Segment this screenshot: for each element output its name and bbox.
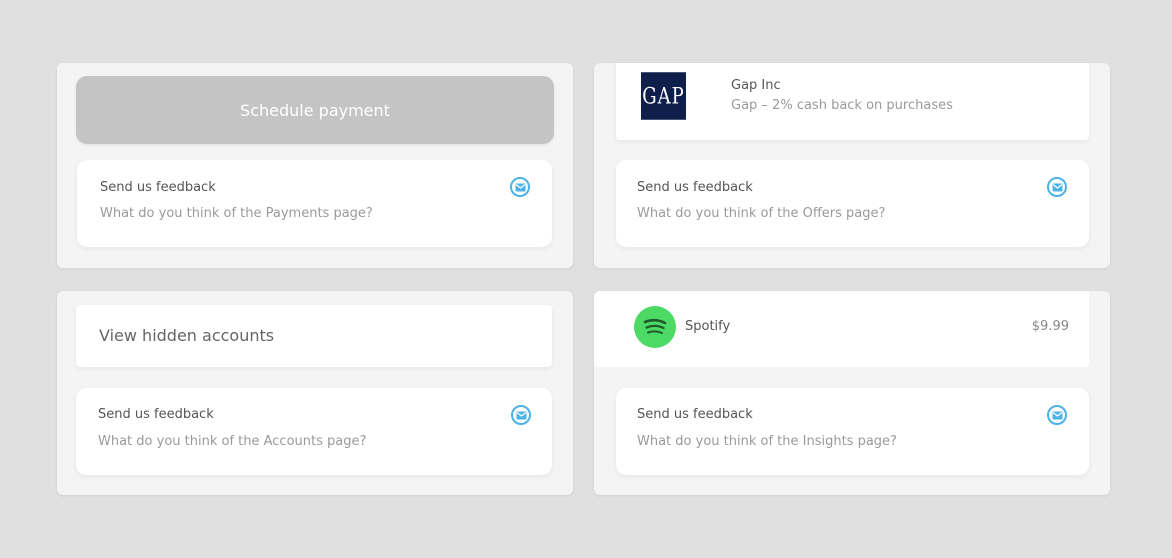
feedback-subtitle: What do you think of the Payments page? (100, 206, 373, 221)
offer-card[interactable]: GAP Gap Inc Gap – 2% cash back on purcha… (616, 63, 1089, 140)
accounts-feedback-card[interactable]: Send us feedback What do you think of th… (76, 388, 552, 475)
mail-icon[interactable] (510, 177, 530, 197)
feedback-subtitle: What do you think of the Insights page? (637, 434, 897, 449)
schedule-payment-button[interactable]: Schedule payment (76, 76, 554, 144)
feedback-title: Send us feedback (100, 180, 216, 195)
insights-panel: Spotify $9.99 Send us feedback What do y… (594, 291, 1110, 495)
spotify-icon (634, 306, 676, 348)
feedback-title: Send us feedback (637, 407, 753, 422)
feedback-subtitle: What do you think of the Offers page? (637, 206, 886, 221)
feedback-subtitle: What do you think of the Accounts page? (98, 434, 367, 449)
view-hidden-accounts-link[interactable]: View hidden accounts (99, 326, 274, 345)
subscription-card[interactable]: Spotify $9.99 (594, 291, 1089, 367)
mail-icon[interactable] (1047, 405, 1067, 425)
feedback-title: Send us feedback (637, 180, 753, 195)
subscription-amount: $9.99 (1031, 319, 1069, 334)
offer-merchant-name: Gap Inc (731, 78, 781, 93)
offers-feedback-card[interactable]: Send us feedback What do you think of th… (616, 160, 1089, 247)
gap-logo-text: GAP (642, 82, 685, 110)
offer-description: Gap – 2% cash back on purchases (731, 98, 953, 113)
feedback-title: Send us feedback (98, 407, 214, 422)
payments-panel: Schedule payment Send us feedback What d… (57, 63, 573, 268)
hidden-accounts-card[interactable]: View hidden accounts (76, 305, 552, 367)
accounts-panel: View hidden accounts Send us feedback Wh… (57, 291, 573, 495)
payments-feedback-card[interactable]: Send us feedback What do you think of th… (77, 160, 552, 247)
offers-panel: GAP Gap Inc Gap – 2% cash back on purcha… (594, 63, 1110, 268)
mail-icon[interactable] (1047, 177, 1067, 197)
insights-feedback-card[interactable]: Send us feedback What do you think of th… (616, 388, 1089, 475)
gap-logo: GAP (641, 72, 686, 120)
subscription-name: Spotify (685, 319, 731, 334)
mail-icon[interactable] (511, 405, 531, 425)
